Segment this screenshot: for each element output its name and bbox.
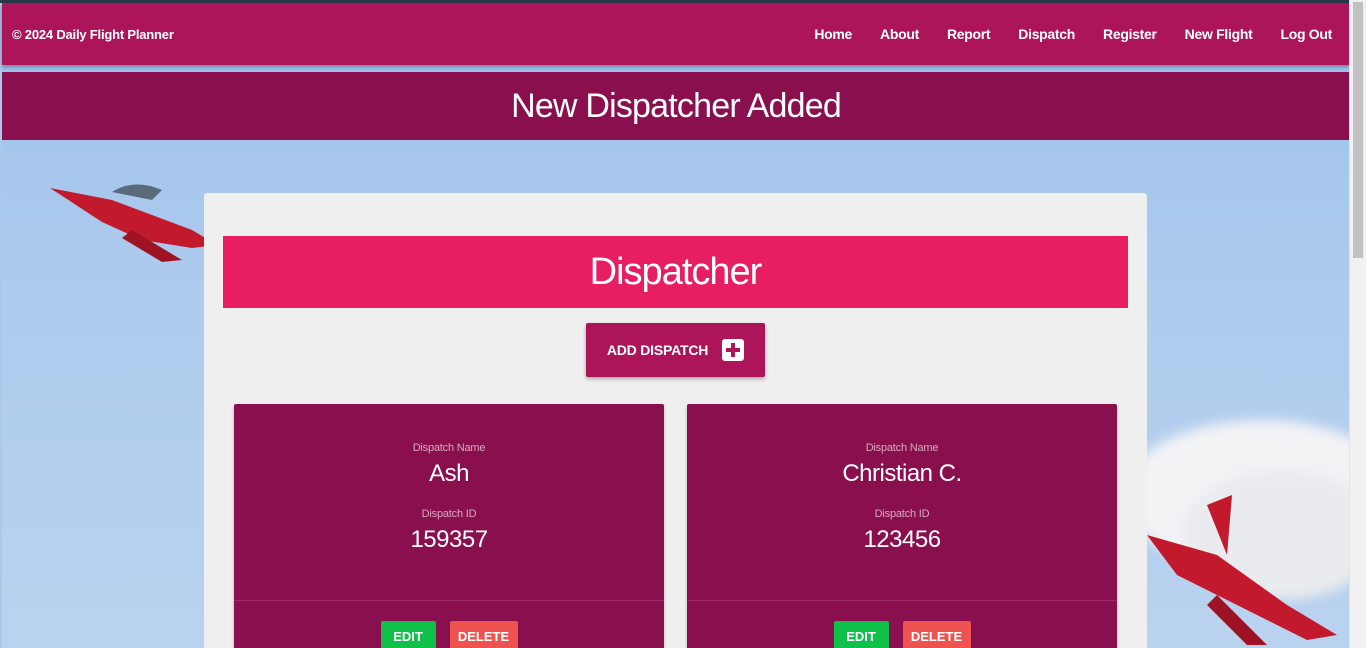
scrollbar-thumb[interactable] [1353, 2, 1363, 258]
nav-report[interactable]: Report [933, 26, 1004, 42]
dispatch-id-label: Dispatch ID [874, 508, 930, 520]
dispatch-id-label: Dispatch ID [421, 508, 477, 520]
delete-button[interactable]: DELETE [902, 621, 971, 648]
card-body: Dispatch Name Christian C. Dispatch ID 1… [687, 404, 1117, 600]
delete-button[interactable]: DELETE [449, 621, 518, 648]
top-navbar: © 2024 Daily Flight Planner Home About R… [2, 3, 1350, 65]
dispatch-name-value: Christian C. [842, 460, 962, 487]
plus-square-icon [722, 339, 745, 361]
dispatcher-card: Dispatch Name Ash Dispatch ID 159357 EDI… [234, 404, 664, 648]
dispatch-id-value: 123456 [863, 526, 941, 553]
status-banner: New Dispatcher Added [2, 72, 1350, 140]
dispatch-name-label: Dispatch Name [865, 442, 939, 454]
section-title: Dispatcher [589, 250, 763, 293]
nav-dispatch[interactable]: Dispatch [1004, 26, 1089, 42]
nav-links: Home About Report Dispatch Register New … [800, 26, 1346, 42]
card-actions: EDIT DELETE [687, 601, 1117, 648]
dispatch-name-value: Ash [429, 460, 469, 487]
add-dispatch-label: ADD DISPATCH [606, 342, 709, 358]
jet-left-image [50, 184, 222, 262]
vertical-scrollbar[interactable] [1349, 0, 1366, 648]
banner-title: New Dispatcher Added [511, 86, 842, 125]
nav-log-out[interactable]: Log Out [1266, 26, 1346, 42]
card-body: Dispatch Name Ash Dispatch ID 159357 [234, 404, 664, 600]
nav-home[interactable]: Home [800, 26, 866, 42]
dispatcher-panel: Dispatcher ADD DISPATCH Dispatch Name As… [204, 193, 1147, 648]
card-actions: EDIT DELETE [234, 601, 664, 648]
dispatcher-card: Dispatch Name Christian C. Dispatch ID 1… [687, 404, 1117, 648]
nav-register[interactable]: Register [1089, 26, 1171, 42]
add-dispatch-button[interactable]: ADD DISPATCH [586, 323, 765, 377]
nav-new-flight[interactable]: New Flight [1171, 26, 1267, 42]
brand-text: © 2024 Daily Flight Planner [12, 26, 174, 42]
section-header: Dispatcher [223, 236, 1128, 308]
edit-button[interactable]: EDIT [833, 621, 889, 648]
dispatch-id-value: 159357 [410, 526, 488, 553]
dispatch-name-label: Dispatch Name [412, 442, 486, 454]
jet-right-image [1147, 495, 1337, 645]
edit-button[interactable]: EDIT [380, 621, 436, 648]
nav-about[interactable]: About [866, 26, 933, 42]
